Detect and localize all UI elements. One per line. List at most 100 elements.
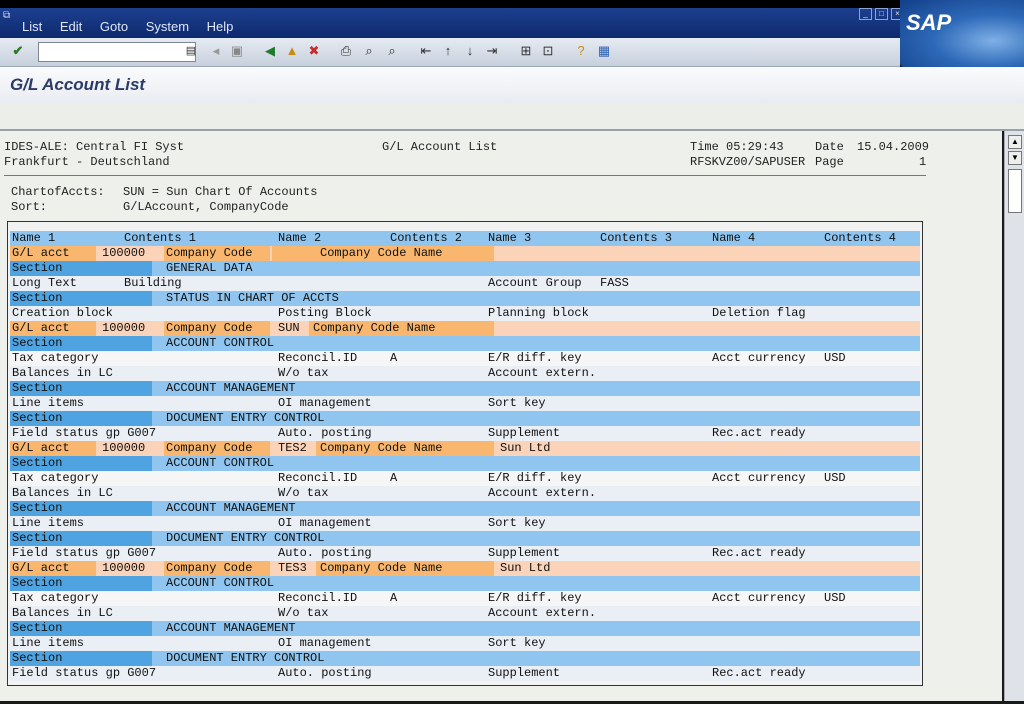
cell: G/L acct	[12, 321, 70, 335]
cell: Sort key	[488, 396, 546, 410]
cell: Rec.act ready	[712, 426, 806, 440]
find-next-icon[interactable]: ⌕	[384, 43, 400, 59]
account-row[interactable]: G/L acct 100000 Company Code TES2 Company Co…	[10, 441, 920, 456]
create-session-icon[interactable]: ⊞	[518, 43, 534, 59]
enter-icon[interactable]: ✔	[10, 43, 26, 59]
table-row[interactable]: Field status gp G007 Auto. posting Supplem…	[10, 546, 920, 561]
section-title: DOCUMENT ENTRY CONTROL	[166, 531, 325, 545]
section-row[interactable]: Section DOCUMENT ENTRY CONTROL	[10, 651, 920, 666]
cell: Posting Block	[278, 306, 372, 320]
find-icon[interactable]: ⌕	[361, 43, 377, 59]
grid-header-row: Name 1 Contents 1 Name 2 Contents 2 Name 3 Co…	[10, 231, 920, 246]
account-row[interactable]: G/L acct 100000 Company Code TES3 Company Co…	[10, 561, 920, 576]
command-field[interactable]	[38, 42, 196, 62]
section-row[interactable]: Section DOCUMENT ENTRY CONTROL	[10, 531, 920, 546]
application-toolbar	[0, 103, 1024, 131]
menu-bar: ⧉ List Edit Goto System Help _ □ ×	[0, 8, 1024, 38]
section-row[interactable]: Section ACCOUNT CONTROL	[10, 576, 920, 591]
shortcut-icon[interactable]: ⊡	[540, 43, 556, 59]
menu-list[interactable]: List	[22, 19, 42, 34]
cell: Company Code	[166, 561, 253, 575]
layout-icon[interactable]: ▦	[596, 43, 612, 59]
cell: Reconcil.ID	[278, 351, 358, 365]
table-row[interactable]: Line items OI management Sort key	[10, 396, 920, 411]
section-row[interactable]: Section ACCOUNT MANAGEMENT	[10, 501, 920, 516]
system-menu-icon[interactable]: ⧉	[3, 10, 15, 21]
menu-edit[interactable]: Edit	[60, 19, 82, 34]
report-date-label: Date	[815, 140, 844, 154]
cell: Sun Ltd	[500, 561, 551, 575]
cell: Company Code Name	[313, 321, 436, 335]
cell: Creation block	[12, 306, 113, 320]
cell: SUN	[278, 321, 300, 335]
table-row[interactable]: Tax category Reconcil.ID A E/R diff. key Acc…	[10, 351, 920, 366]
first-page-icon[interactable]: ⇤	[418, 43, 434, 59]
scroll-up-icon[interactable]: ▲	[1008, 135, 1022, 149]
table-row[interactable]: Line items OI management Sort key	[10, 516, 920, 531]
exit-icon[interactable]: ▲	[284, 43, 300, 59]
menu-system[interactable]: System	[146, 19, 189, 34]
table-row[interactable]: Balances in LC W/o tax Account extern.	[10, 366, 920, 381]
cell: G/L acct	[12, 561, 70, 575]
menu-goto[interactable]: Goto	[100, 19, 128, 34]
coa-label: ChartofAccts:	[11, 185, 105, 199]
cell: E/R diff. key	[488, 591, 582, 605]
help-icon[interactable]: ?	[573, 43, 589, 59]
cell: W/o tax	[278, 366, 329, 380]
cell: Line items	[12, 396, 85, 410]
back-icon[interactable]: ◀	[262, 43, 278, 59]
cell: FASS	[600, 276, 629, 290]
print-icon[interactable]: ⎙	[338, 43, 354, 59]
cancel-icon[interactable]: ✖	[306, 43, 322, 59]
cell: Account extern.	[488, 606, 597, 620]
cell: Balances in LC	[12, 486, 113, 500]
section-title: ACCOUNT MANAGEMENT	[166, 381, 296, 395]
section-row[interactable]: Section DOCUMENT ENTRY CONTROL	[10, 411, 920, 426]
prev-page-icon[interactable]: ↑	[440, 43, 456, 59]
cell: Line items	[12, 516, 85, 530]
report-page-value: 1	[919, 155, 927, 169]
table-row[interactable]: Field status gp G007 Auto. posting Supplem…	[10, 426, 920, 441]
vertical-scrollbar[interactable]: ▲ ▼	[1004, 131, 1024, 701]
cell: E/R diff. key	[488, 351, 582, 365]
save-icon[interactable]: ▣	[229, 43, 245, 59]
table-row[interactable]: Field status gp G007 Auto. posting Supplem…	[10, 666, 920, 681]
last-page-icon[interactable]: ⇥	[484, 43, 500, 59]
section-row[interactable]: Section ACCOUNT MANAGEMENT	[10, 621, 920, 636]
section-row[interactable]: Section GENERAL DATA	[10, 261, 920, 276]
cell: Deletion flag	[712, 306, 806, 320]
report-header-left1: IDES-ALE: Central FI Syst	[4, 140, 185, 154]
account-row[interactable]: G/L acct 100000 Company Code Company Code N…	[10, 246, 920, 261]
section-row[interactable]: Section ACCOUNT CONTROL	[10, 456, 920, 471]
table-row[interactable]: Balances in LC W/o tax Account extern.	[10, 486, 920, 501]
scroll-thumb[interactable]	[1008, 169, 1022, 213]
table-row[interactable]: Creation block Posting Block Planning bloc…	[10, 306, 920, 321]
cell: USD	[824, 471, 846, 485]
report-header-left2: Frankfurt - Deutschland	[4, 155, 170, 169]
menu-help[interactable]: Help	[207, 19, 234, 34]
minimize-icon[interactable]: _	[859, 8, 872, 20]
cell: Company Code	[166, 441, 253, 455]
section-row[interactable]: Section ACCOUNT CONTROL	[10, 336, 920, 351]
column-header: Name 1	[12, 231, 56, 245]
table-row[interactable]: Tax category Reconcil.ID A E/R diff. key Acc…	[10, 591, 920, 606]
section-row[interactable]: Section STATUS IN CHART OF ACCTS	[10, 291, 920, 306]
column-header: Name 4	[712, 231, 756, 245]
table-row[interactable]: Tax category Reconcil.ID A E/R diff. key Acc…	[10, 471, 920, 486]
command-history-icon[interactable]: ▤	[183, 43, 199, 59]
section-label: Section	[12, 381, 63, 395]
section-label: Section	[12, 291, 63, 305]
cell: Planning block	[488, 306, 589, 320]
scroll-down-icon[interactable]: ▼	[1008, 151, 1022, 165]
next-page-icon[interactable]: ↓	[462, 43, 478, 59]
cell: G/L acct	[12, 246, 70, 260]
section-row[interactable]: Section ACCOUNT MANAGEMENT	[10, 381, 920, 396]
table-row[interactable]: Line items OI management Sort key	[10, 636, 920, 651]
account-row[interactable]: G/L acct 100000 Company Code SUN Company Cod…	[10, 321, 920, 336]
table-row[interactable]: Balances in LC W/o tax Account extern.	[10, 606, 920, 621]
cell: Supplement	[488, 666, 561, 680]
menu-items: List Edit Goto System Help	[22, 19, 247, 34]
cell: Sort key	[488, 636, 546, 650]
table-row[interactable]: Long Text Building Account Group FASS	[10, 276, 920, 291]
maximize-icon[interactable]: □	[875, 8, 888, 20]
